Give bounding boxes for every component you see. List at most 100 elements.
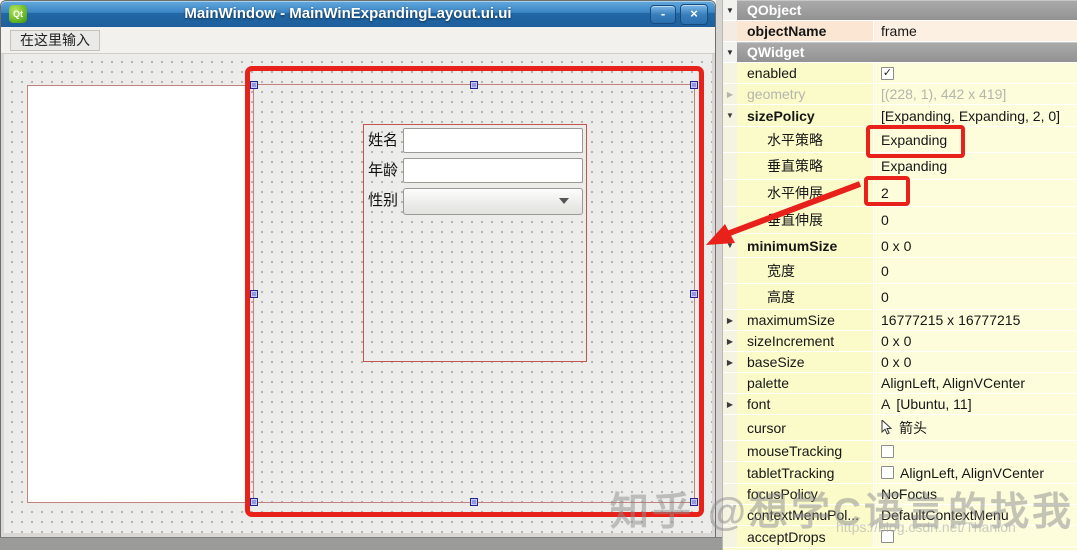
checkbox-unchecked[interactable] <box>881 530 894 543</box>
property-value-text: Expanding <box>881 158 947 174</box>
property-row-maximumSize[interactable]: ▶maximumSize16777215 x 16777215 <box>723 310 1077 331</box>
design-canvas[interactable]: 姓名年龄性别 <box>4 54 712 533</box>
row-gutter <box>723 526 737 547</box>
property-row-enabled[interactable]: enabled✓ <box>723 63 1077 84</box>
property-value[interactable]: 0 <box>873 207 1077 233</box>
collapse-arrow-icon[interactable]: ▼ <box>723 0 737 20</box>
property-value[interactable]: 0 <box>873 284 1077 309</box>
collapse-arrow-icon[interactable]: ▼ <box>723 105 737 126</box>
selection-handle[interactable] <box>690 290 698 298</box>
property-value[interactable]: AlignLeft, AlignVCenter <box>873 462 1077 483</box>
property-row-高度[interactable]: 高度0 <box>723 284 1077 310</box>
property-row-focusPolicy[interactable]: focusPolicyNoFocus <box>723 484 1077 505</box>
property-row-acceptDrops[interactable]: acceptDrops <box>723 526 1077 548</box>
property-value[interactable]: Expanding <box>873 127 1077 152</box>
property-row-baseSize[interactable]: ▶baseSize0 x 0 <box>723 352 1077 373</box>
property-value[interactable]: 0 x 0 <box>873 331 1077 351</box>
window-titlebar[interactable]: Qt MainWindow - MainWinExpandingLayout.u… <box>1 1 715 27</box>
checkbox-unchecked[interactable] <box>881 466 894 479</box>
selection-handle[interactable] <box>250 498 258 506</box>
property-row-sizeIncrement[interactable]: ▶sizeIncrement0 x 0 <box>723 331 1077 352</box>
cursor-arrow-icon <box>881 420 893 435</box>
property-value-text: AlignLeft, AlignVCenter <box>881 375 1025 391</box>
property-group-header[interactable]: ▼QWidget <box>723 42 1077 63</box>
selection-handle[interactable] <box>470 498 478 506</box>
property-group-header[interactable]: ▼QObject <box>723 0 1077 21</box>
property-row-垂直伸展[interactable]: 垂直伸展0 <box>723 207 1077 234</box>
property-value[interactable] <box>873 526 1077 547</box>
property-value-text: AlignLeft, AlignVCenter <box>900 465 1044 481</box>
menu-type-here[interactable]: 在这里输入 <box>10 30 100 51</box>
property-group-label: QObject <box>737 0 1077 20</box>
property-value[interactable]: NoFocus <box>873 484 1077 504</box>
name-input[interactable] <box>403 128 583 153</box>
property-row-水平策略[interactable]: 水平策略Expanding <box>723 127 1077 153</box>
property-value[interactable]: [Expanding, Expanding, 2, 0] <box>873 105 1077 126</box>
left-white-widget[interactable] <box>27 85 246 503</box>
property-value-text: 0 x 0 <box>881 333 911 349</box>
property-row-宽度[interactable]: 宽度 0 <box>723 258 1077 284</box>
row-gutter <box>723 462 737 483</box>
property-value[interactable]: 0 x 0 <box>873 234 1077 257</box>
property-row-objectName[interactable]: objectNameframe <box>723 21 1077 42</box>
form-layout-outline[interactable]: 姓名年龄性别 <box>363 124 587 362</box>
gender-combobox[interactable] <box>403 188 583 215</box>
property-value[interactable]: 16777215 x 16777215 <box>873 310 1077 330</box>
property-value[interactable]: Expanding <box>873 153 1077 179</box>
expand-arrow-icon[interactable]: ▶ <box>723 331 737 351</box>
row-gutter <box>723 415 737 440</box>
property-row-cursor[interactable]: cursor箭头 <box>723 415 1077 441</box>
property-label: tabletTracking <box>737 462 873 483</box>
checkbox-unchecked[interactable] <box>881 445 894 458</box>
selection-handle[interactable] <box>470 81 478 89</box>
property-row-水平伸展[interactable]: 水平伸展2 <box>723 180 1077 207</box>
expand-arrow-icon[interactable]: ▶ <box>723 310 737 330</box>
property-value[interactable]: AlignLeft, AlignVCenter <box>873 373 1077 393</box>
selection-handle[interactable] <box>690 81 698 89</box>
minimize-button[interactable]: - <box>650 5 676 24</box>
property-value[interactable] <box>873 441 1077 461</box>
property-row-font[interactable]: ▶fontA[Ubuntu, 11] <box>723 394 1077 415</box>
selection-handle[interactable] <box>250 290 258 298</box>
property-label: contextMenuPol... <box>737 505 873 525</box>
property-value[interactable]: 2 <box>873 180 1077 206</box>
row-gutter <box>723 441 737 461</box>
property-value[interactable]: [(228, 1), 442 x 419] <box>873 84 1077 104</box>
expand-arrow-icon[interactable]: ▶ <box>723 394 737 414</box>
property-value[interactable]: ✓ <box>873 63 1077 83</box>
property-row-minimumSize[interactable]: ▼minimumSize0 x 0 <box>723 234 1077 258</box>
property-row-contextMenuPol-[interactable]: contextMenuPol...DefaultContextMenu <box>723 505 1077 526</box>
property-row-垂直策略[interactable]: 垂直策略 Expanding <box>723 153 1077 180</box>
property-row-sizePolicy[interactable]: ▼sizePolicy[Expanding, Expanding, 2, 0] <box>723 105 1077 127</box>
property-value[interactable]: 0 x 0 <box>873 352 1077 372</box>
row-gutter <box>723 153 737 179</box>
form-field-row: 年龄 <box>367 158 583 184</box>
checkbox-checked[interactable]: ✓ <box>881 67 894 80</box>
expand-arrow-icon[interactable]: ▶ <box>723 84 737 104</box>
property-value[interactable]: frame <box>873 21 1077 41</box>
property-value[interactable]: 箭头 <box>873 415 1077 440</box>
property-label: sizePolicy <box>737 105 873 126</box>
property-row-mouseTracking[interactable]: mouseTracking <box>723 441 1077 462</box>
property-value-text: 0 <box>881 263 889 279</box>
expand-arrow-icon[interactable]: ▶ <box>723 352 737 372</box>
property-value[interactable]: A[Ubuntu, 11] <box>873 394 1077 414</box>
collapse-arrow-icon[interactable]: ▼ <box>723 234 737 257</box>
row-gutter <box>723 505 737 525</box>
close-button[interactable]: × <box>680 4 708 25</box>
qt-designer-icon: Qt <box>9 5 27 23</box>
collapse-arrow-icon[interactable]: ▼ <box>723 42 737 62</box>
row-gutter <box>723 21 737 41</box>
property-value[interactable]: 0 <box>873 258 1077 283</box>
property-row-tabletTracking[interactable]: tabletTracking AlignLeft, AlignVCenter <box>723 462 1077 484</box>
property-label: 垂直策略 <box>737 153 873 179</box>
age-input[interactable] <box>403 158 583 183</box>
property-label: objectName <box>737 21 873 41</box>
property-row-geometry[interactable]: ▶geometry[(228, 1), 442 x 419] <box>723 84 1077 105</box>
property-row-palette[interactable]: paletteAlignLeft, AlignVCenter <box>723 373 1077 394</box>
selection-handle[interactable] <box>690 498 698 506</box>
selection-handle[interactable] <box>250 81 258 89</box>
property-value[interactable]: DefaultContextMenu <box>873 505 1077 525</box>
property-label: 宽度 <box>737 258 873 283</box>
row-gutter <box>723 180 737 206</box>
